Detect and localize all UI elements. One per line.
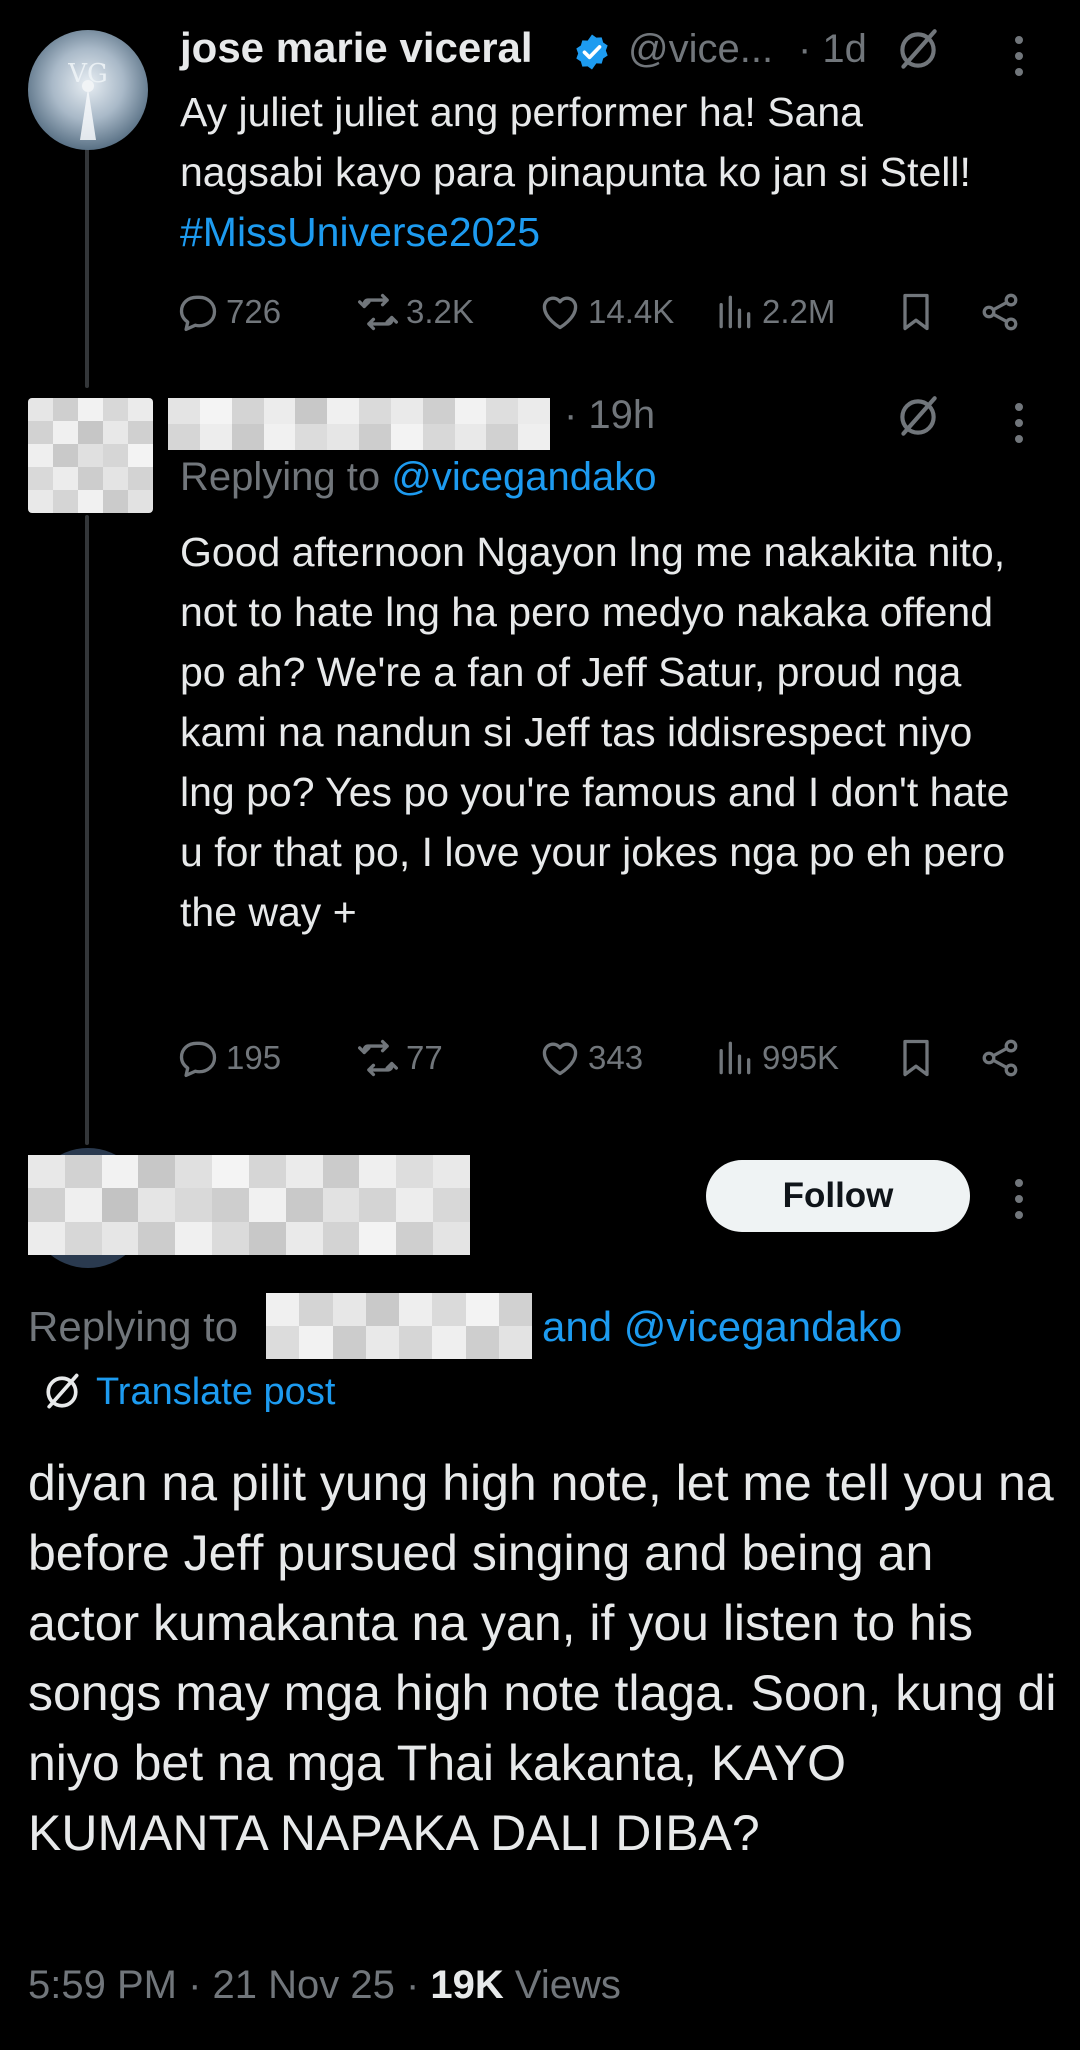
repost-button[interactable]: 3.2K [356, 290, 474, 334]
tweet-meta: 5:59 PM · 21 Nov 25 · 19K Views [28, 1963, 621, 2007]
username-pixelated[interactable] [168, 398, 550, 450]
main-tweet-text: diyan na pilit yung high note, let me te… [28, 1455, 1057, 1861]
views-count: 19K [430, 1963, 504, 2007]
replying-to-label: Replying to [180, 455, 392, 499]
more-options-icon[interactable] [1014, 1179, 1024, 1227]
verified-badge-icon [576, 34, 608, 70]
avatar-pixelated[interactable] [28, 398, 153, 513]
timestamp[interactable]: · 19h [564, 393, 655, 438]
replied-user-pixelated[interactable] [266, 1293, 532, 1359]
hashtag-link[interactable]: #MissUniverse2025 [180, 209, 540, 255]
translate-post[interactable]: Translate post [40, 1370, 335, 1414]
repost-button[interactable]: 77 [356, 1036, 443, 1080]
bookmark-icon[interactable] [894, 1034, 938, 1082]
timestamp[interactable]: · 1d [798, 27, 867, 72]
repost-icon [358, 293, 398, 331]
heart-icon [542, 296, 578, 330]
replying-to-label: Replying to [28, 1303, 239, 1350]
repost-count: 77 [406, 1039, 443, 1076]
reply-icon [179, 295, 217, 332]
author-name[interactable]: jose marie viceral [180, 24, 533, 72]
repost-icon [358, 1039, 398, 1077]
author-handle[interactable]: @vice... [628, 27, 773, 72]
more-options-icon[interactable] [1014, 403, 1024, 451]
more-options-icon[interactable] [1014, 36, 1024, 84]
replying-to: Replying to @vicegandako [180, 455, 656, 500]
author-pixelated[interactable] [28, 1155, 470, 1255]
share-icon[interactable] [978, 1036, 1022, 1080]
replying-to-handles[interactable]: and @vicegandako [542, 1303, 902, 1351]
views-count: 2.2M [762, 293, 836, 330]
reply-icon [179, 1041, 217, 1078]
reply-count: 195 [226, 1039, 282, 1076]
bookmark-icon[interactable] [894, 288, 938, 336]
vg-logo-icon: VG [67, 59, 108, 140]
thread-line-1 [85, 148, 89, 388]
heart-icon [542, 1042, 578, 1076]
follow-button[interactable]: Follow [706, 1160, 970, 1232]
reply-button[interactable]: 195 [176, 1036, 281, 1080]
tweet-text: Ay juliet juliet ang performer ha! Sana … [180, 82, 1010, 262]
reply-button[interactable]: 726 [176, 290, 281, 334]
tweet-text: Good afternoon Ngayon lng me nakakita ni… [180, 529, 1010, 935]
translate-icon [46, 1373, 79, 1409]
thread-line-2 [85, 515, 89, 1145]
grok-icon[interactable] [893, 392, 943, 442]
replying-to: Replying to [28, 1303, 238, 1351]
like-button[interactable]: 343 [538, 1036, 643, 1080]
views-chart-icon [719, 295, 751, 329]
replying-to-handle[interactable]: @vicegandako [391, 455, 656, 499]
post-time: 5:59 PM [28, 1963, 177, 2007]
views-label: Views [514, 1963, 621, 2007]
like-button[interactable]: 14.4K [538, 290, 674, 334]
avatar[interactable]: VG [28, 30, 148, 150]
views-button[interactable]: 2.2M [712, 290, 835, 334]
share-icon[interactable] [978, 290, 1022, 334]
views-chart-icon [719, 1041, 751, 1075]
grok-icon[interactable] [893, 25, 943, 75]
translate-label: Translate post [96, 1370, 336, 1413]
repost-count: 3.2K [406, 293, 474, 330]
reply-count: 726 [226, 293, 282, 330]
like-count: 14.4K [588, 293, 675, 330]
views-count: 995K [762, 1039, 840, 1076]
like-count: 343 [588, 1039, 644, 1076]
post-date: 21 Nov 25 [212, 1963, 395, 2007]
views-button[interactable]: 995K [712, 1036, 839, 1080]
tweet-text-content: Ay juliet juliet ang performer ha! Sana … [180, 89, 971, 195]
